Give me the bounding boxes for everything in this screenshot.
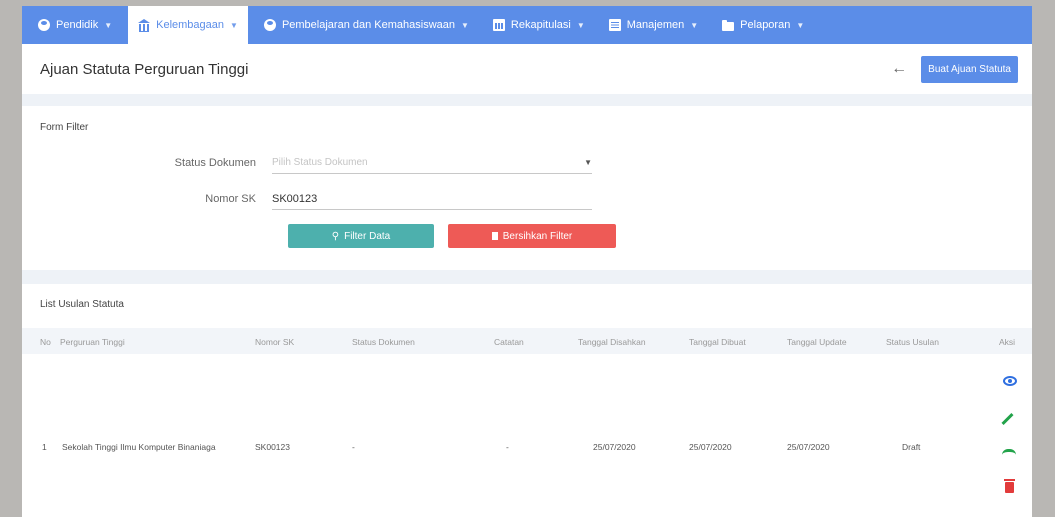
clear-filter-button[interactable]: Bersihkan Filter [448,224,616,248]
redo-icon[interactable] [1002,449,1016,455]
col-header: Tanggal Dibuat [689,337,746,347]
cell-catatan: - [506,442,509,452]
chevron-down-icon: ▼ [576,20,585,30]
header-actions: ← Buat Ajuan Statuta [891,55,1018,83]
cell-tanggal-update: 25/07/2020 [787,442,830,452]
top-nav: Pendidik ▼ Kelembagaan ▼ Pembelajaran da… [22,6,1032,44]
document-icon [608,19,621,31]
nav-item-pembelajaran[interactable]: Pembelajaran dan Kemahasiswaan ▼ [263,19,469,31]
cell-no: 1 [42,442,47,452]
col-header: Status Dokumen [352,337,415,347]
col-header: Catatan [494,337,524,347]
person-icon [38,19,50,31]
cell-tanggal-disahkan: 25/07/2020 [593,442,636,452]
view-icon[interactable] [1003,376,1017,386]
filter-card: Form Filter Status Dokumen Pilih Status … [22,106,1032,270]
col-header: Tanggal Update [787,337,847,347]
chevron-down-icon: ▼ [584,158,592,167]
folder-icon [722,19,735,31]
col-header: Aksi [999,337,1016,347]
status-placeholder: Pilih Status Dokumen [272,157,368,168]
nomor-sk-input[interactable]: SK00123 [272,188,592,210]
cell-nomor-sk: SK00123 [255,442,290,452]
table-header: No Perguruan Tinggi Nomor SK Status Doku… [22,328,1032,354]
nav-item-manajemen[interactable]: Manajemen ▼ [608,19,699,31]
back-arrow-icon[interactable]: ← [891,60,907,78]
filter-title: Form Filter [40,122,89,133]
cell-tanggal-dibuat: 25/07/2020 [689,442,732,452]
cell-status-dokumen: - [352,442,355,452]
nav-label: Kelembagaan [156,19,225,31]
nav-label: Rekapitulasi [510,19,571,31]
status-select[interactable]: Pilih Status Dokumen ▼ [272,152,592,174]
list-title: List Usulan Statuta [40,299,124,310]
nomor-label: Nomor SK [205,193,256,205]
col-header: Nomor SK [255,337,295,347]
institution-icon [138,19,151,32]
edit-icon[interactable] [1001,412,1014,426]
nomor-sk-value: SK00123 [272,192,318,205]
list-card: List Usulan Statuta No Perguruan Tinggi … [22,284,1032,517]
page-header: Ajuan Statuta Perguruan Tinggi ← Buat Aj… [22,44,1032,94]
nav-item-pelaporan[interactable]: Pelaporan ▼ [722,19,804,31]
col-header: No [40,337,51,347]
chevron-down-icon: ▼ [104,20,113,30]
chevron-down-icon: ▼ [690,20,699,30]
nav-item-pendidik[interactable]: Pendidik ▼ [38,19,112,31]
nav-label: Pelaporan [740,19,791,31]
search-icon: ⚲ [331,230,340,242]
chevron-down-icon: ▼ [461,20,469,30]
status-label: Status Dokumen [174,157,256,169]
nav-item-rekapitulasi[interactable]: Rekapitulasi ▼ [492,19,585,31]
nav-label: Pendidik [56,19,99,31]
delete-icon[interactable] [1004,479,1015,493]
status-row: Status Dokumen Pilih Status Dokumen ▼ [22,152,592,174]
nav-item-kelembagaan[interactable]: Kelembagaan ▼ [128,6,248,44]
chart-icon [492,19,505,31]
trash-icon [491,232,498,240]
app-screen: Pendidik ▼ Kelembagaan ▼ Pembelajaran da… [22,6,1032,517]
chevron-down-icon: ▼ [796,20,805,30]
clear-filter-label: Bersihkan Filter [502,230,573,242]
page-title: Ajuan Statuta Perguruan Tinggi [40,60,249,78]
col-header: Status Usulan [886,337,939,347]
nomor-row: Nomor SK SK00123 [22,188,592,210]
col-header: Tanggal Disahkan [578,337,646,347]
nav-label: Manajemen [626,19,685,31]
filter-data-label: Filter Data [344,230,391,242]
create-statuta-button[interactable]: Buat Ajuan Statuta [921,55,1018,83]
nav-label: Pembelajaran dan Kemahasiswaan [281,19,455,31]
filter-data-button[interactable]: ⚲ Filter Data [288,224,434,248]
chevron-down-icon: ▼ [230,20,238,30]
person-icon [263,19,276,31]
cell-status-usulan: Draft [902,442,921,452]
col-header: Perguruan Tinggi [60,337,125,347]
cell-perguruan-tinggi: Sekolah Tinggi Ilmu Komputer Binaniaga [62,442,216,452]
